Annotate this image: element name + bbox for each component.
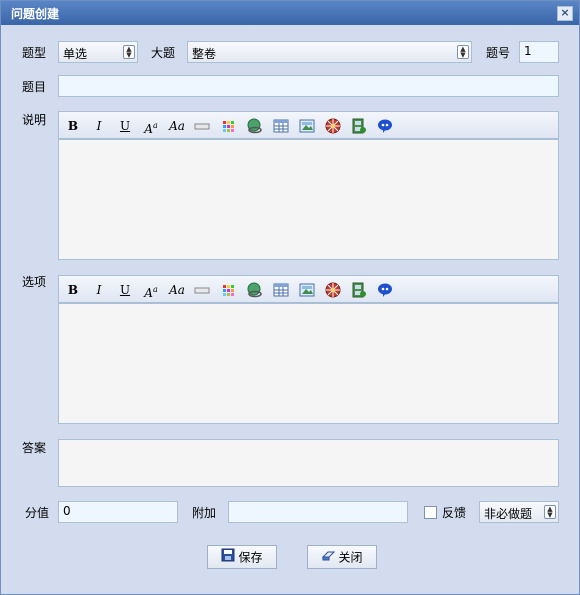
chevron-updown-icon[interactable]: ▲ ▼ xyxy=(457,45,469,59)
window-title: 问题创建 xyxy=(11,7,60,21)
type-select[interactable]: 单选 ▲ ▼ xyxy=(58,41,138,63)
horizontal-rule-icon[interactable] xyxy=(194,282,210,298)
chevron-updown-icon[interactable]: ▲ ▼ xyxy=(544,505,556,519)
required-select[interactable]: 非必做题 ▲ ▼ xyxy=(479,501,559,523)
required-select-value: 非必做题 xyxy=(484,507,533,521)
italic-icon[interactable]: I xyxy=(91,118,107,134)
extra-input[interactable] xyxy=(228,501,408,523)
question-input[interactable] xyxy=(58,75,559,97)
section-select-value: 整卷 xyxy=(192,47,217,61)
flash-icon[interactable] xyxy=(351,118,367,134)
question-create-dialog: 问题创建 × 题型 单选 ▲ ▼ 大题 整卷 ▲ ▼ 题号 1 题目 说明 B I … xyxy=(0,0,580,595)
font-family-icon[interactable]: Aa xyxy=(167,282,187,298)
image-icon[interactable] xyxy=(299,118,315,134)
number-input[interactable]: 1 xyxy=(519,41,559,63)
image-icon[interactable] xyxy=(299,282,315,298)
underline-icon[interactable]: U xyxy=(117,282,133,298)
floppy-disk-icon xyxy=(221,547,235,569)
score-input-value: 0 xyxy=(63,504,71,518)
table-icon[interactable] xyxy=(273,118,289,134)
number-label: 题号 xyxy=(486,46,511,60)
color-icon[interactable] xyxy=(221,282,237,298)
media-icon[interactable] xyxy=(325,282,341,298)
options-editor-area[interactable] xyxy=(58,303,559,424)
italic-icon[interactable]: I xyxy=(91,282,107,298)
type-select-value: 单选 xyxy=(63,47,88,61)
media-icon[interactable] xyxy=(325,118,341,134)
eraser-icon xyxy=(321,547,336,569)
description-label: 说明 xyxy=(22,113,47,127)
section-label: 大题 xyxy=(151,46,176,60)
feedback-checkbox[interactable] xyxy=(424,506,437,519)
score-label: 分值 xyxy=(25,506,50,520)
horizontal-rule-icon[interactable] xyxy=(194,118,210,134)
extra-label: 附加 xyxy=(192,506,217,520)
link-icon[interactable] xyxy=(247,118,263,134)
score-input[interactable]: 0 xyxy=(58,501,178,523)
flash-icon[interactable] xyxy=(351,282,367,298)
font-size-icon[interactable]: Aa xyxy=(141,118,161,136)
emoticon-icon[interactable] xyxy=(377,282,393,298)
options-label: 选项 xyxy=(22,275,47,289)
feedback-label: 反馈 xyxy=(442,506,467,520)
close-button-label: 关闭 xyxy=(338,550,363,565)
title-bar[interactable]: 问题创建 × xyxy=(1,1,579,25)
table-icon[interactable] xyxy=(273,282,289,298)
options-toolbar: B I U Aa Aa xyxy=(58,275,559,303)
question-label: 题目 xyxy=(22,80,47,94)
save-button[interactable]: 保存 xyxy=(207,545,277,569)
description-toolbar: B I U Aa Aa xyxy=(58,111,559,139)
font-family-icon[interactable]: Aa xyxy=(167,118,187,134)
color-icon[interactable] xyxy=(221,118,237,134)
answer-textarea[interactable] xyxy=(58,439,559,487)
type-label: 题型 xyxy=(22,46,47,60)
close-button[interactable]: 关闭 xyxy=(307,545,377,569)
bold-icon[interactable]: B xyxy=(65,282,81,298)
answer-label: 答案 xyxy=(22,441,47,455)
chevron-updown-icon[interactable]: ▲ ▼ xyxy=(123,45,135,59)
link-icon[interactable] xyxy=(247,282,263,298)
save-button-label: 保存 xyxy=(238,550,263,565)
section-select[interactable]: 整卷 ▲ ▼ xyxy=(187,41,472,63)
description-editor-area[interactable] xyxy=(58,139,559,260)
underline-icon[interactable]: U xyxy=(117,118,133,134)
number-input-value: 1 xyxy=(524,44,532,58)
emoticon-icon[interactable] xyxy=(377,118,393,134)
font-size-icon[interactable]: Aa xyxy=(141,282,161,300)
close-icon[interactable]: × xyxy=(557,6,573,21)
bold-icon[interactable]: B xyxy=(65,118,81,134)
